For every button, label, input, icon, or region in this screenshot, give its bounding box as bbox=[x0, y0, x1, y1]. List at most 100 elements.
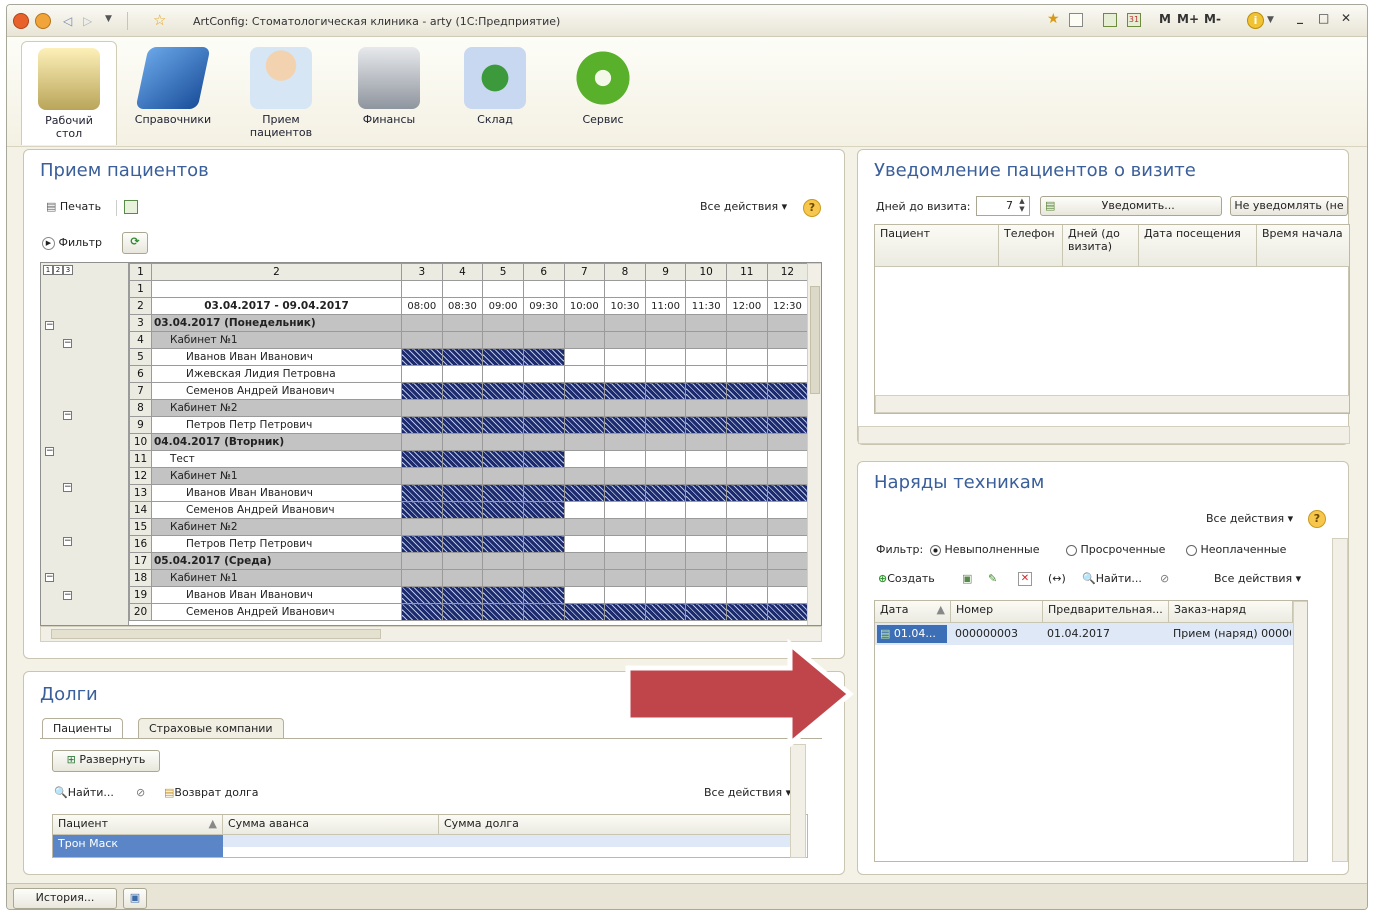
time-slot-cell[interactable] bbox=[685, 314, 727, 332]
time-slot-cell[interactable] bbox=[441, 365, 484, 383]
time-slot-cell[interactable] bbox=[441, 552, 484, 570]
time-slot-cell[interactable] bbox=[685, 603, 727, 621]
time-slot-cell[interactable] bbox=[482, 535, 524, 553]
time-slot-cell[interactable] bbox=[441, 586, 484, 604]
time-slot-cell[interactable] bbox=[604, 280, 646, 298]
time-slot-cell[interactable] bbox=[563, 314, 606, 332]
time-slot-cell[interactable] bbox=[401, 331, 443, 349]
time-slot-cell[interactable] bbox=[726, 348, 768, 366]
time-slot-cell[interactable] bbox=[563, 450, 606, 468]
time-slot-cell[interactable] bbox=[644, 331, 687, 349]
column-advance[interactable]: Сумма аванса bbox=[223, 815, 439, 835]
time-slot-cell[interactable] bbox=[401, 501, 443, 519]
time-slot-cell[interactable] bbox=[563, 382, 606, 400]
time-slot-cell[interactable] bbox=[726, 535, 768, 553]
maximize-button[interactable]: □ bbox=[1318, 11, 1329, 25]
forward-arrow-icon[interactable]: ▷ bbox=[83, 14, 92, 28]
time-slot-cell[interactable] bbox=[644, 280, 687, 298]
section-service[interactable]: Сервис bbox=[555, 41, 651, 145]
column-header[interactable]: 8 bbox=[604, 263, 646, 281]
time-slot-cell[interactable] bbox=[685, 433, 727, 451]
time-slot-cell[interactable] bbox=[482, 501, 524, 519]
time-slot-cell[interactable]: 10:30 bbox=[604, 297, 646, 315]
time-slot-cell[interactable] bbox=[401, 280, 443, 298]
time-slot-cell[interactable] bbox=[726, 552, 768, 570]
level-2-button[interactable]: 2 bbox=[53, 265, 63, 275]
time-slot-cell[interactable] bbox=[482, 331, 524, 349]
tab-insurance[interactable]: Страховые компании bbox=[138, 718, 284, 738]
time-slot-cell[interactable] bbox=[401, 314, 443, 332]
time-slot-cell[interactable] bbox=[685, 484, 727, 502]
delete-icon[interactable]: ✕ bbox=[1018, 572, 1032, 586]
column-visit-date[interactable]: Дата посещения bbox=[1139, 225, 1257, 267]
time-slot-cell[interactable] bbox=[685, 280, 727, 298]
calendar-icon[interactable]: 31 bbox=[1127, 13, 1141, 27]
time-slot-cell[interactable] bbox=[482, 314, 524, 332]
column-header[interactable]: 11 bbox=[726, 263, 768, 281]
time-slot-cell[interactable] bbox=[604, 382, 646, 400]
time-slot-cell[interactable] bbox=[726, 399, 768, 417]
time-slot-cell[interactable] bbox=[522, 569, 565, 587]
time-slot-cell[interactable] bbox=[522, 450, 565, 468]
time-slot-cell[interactable] bbox=[401, 365, 443, 383]
filter-overdue-radio[interactable]: Просроченные bbox=[1066, 543, 1165, 556]
time-slot-cell[interactable] bbox=[766, 314, 809, 332]
table-row[interactable]: 7 Семенов Андрей Иванович bbox=[129, 382, 821, 400]
time-slot-cell[interactable] bbox=[644, 467, 687, 485]
time-slot-cell[interactable] bbox=[685, 535, 727, 553]
time-slot-cell[interactable] bbox=[726, 518, 768, 536]
time-slot-cell[interactable] bbox=[766, 365, 809, 383]
time-slot-cell[interactable] bbox=[563, 586, 606, 604]
no-notify-button[interactable]: Не уведомлять (не bbox=[1230, 196, 1348, 216]
time-slot-cell[interactable] bbox=[604, 501, 646, 519]
time-slot-cell[interactable] bbox=[522, 467, 565, 485]
time-slot-cell[interactable] bbox=[685, 586, 727, 604]
time-slot-cell[interactable]: 09:30 bbox=[522, 297, 565, 315]
time-slot-cell[interactable] bbox=[726, 433, 768, 451]
time-slot-cell[interactable] bbox=[441, 467, 484, 485]
windows-button[interactable]: ▣ bbox=[123, 888, 147, 909]
time-slot-cell[interactable] bbox=[441, 314, 484, 332]
time-slot-cell[interactable] bbox=[644, 484, 687, 502]
time-slot-cell[interactable] bbox=[685, 569, 727, 587]
time-slot-cell[interactable] bbox=[644, 552, 687, 570]
time-slot-cell[interactable] bbox=[766, 518, 809, 536]
time-slot-cell[interactable] bbox=[563, 484, 606, 502]
time-slot-cell[interactable] bbox=[401, 535, 443, 553]
time-slot-cell[interactable] bbox=[401, 603, 443, 621]
time-slot-cell[interactable] bbox=[441, 399, 484, 417]
time-slot-cell[interactable] bbox=[401, 382, 443, 400]
link-icon[interactable]: (↔) bbox=[1048, 572, 1066, 585]
history-dropdown-icon[interactable]: ▼ bbox=[105, 14, 112, 24]
time-slot-cell[interactable] bbox=[685, 399, 727, 417]
time-slot-cell[interactable] bbox=[644, 518, 687, 536]
time-slot-cell[interactable]: 10:00 bbox=[563, 297, 606, 315]
section-desktop[interactable]: Рабочий стол bbox=[21, 41, 117, 145]
time-slot-cell[interactable] bbox=[482, 348, 524, 366]
time-slot-cell[interactable] bbox=[726, 450, 768, 468]
column-header[interactable]: 5 bbox=[482, 263, 524, 281]
section-reception[interactable]: Прием пациентов bbox=[233, 41, 329, 145]
column-debt[interactable]: Сумма долга bbox=[439, 815, 795, 835]
time-slot-cell[interactable] bbox=[441, 569, 484, 587]
table-row[interactable]: 12 Кабинет №1 bbox=[129, 467, 821, 485]
time-slot-cell[interactable] bbox=[522, 331, 565, 349]
time-slot-cell[interactable] bbox=[401, 416, 443, 434]
time-slot-cell[interactable] bbox=[522, 484, 565, 502]
time-slot-cell[interactable] bbox=[522, 586, 565, 604]
table-row[interactable]: 6 Ижевская Лидия Петровна bbox=[129, 365, 821, 383]
table-row[interactable]: 16 Петров Петр Петрович bbox=[129, 535, 821, 553]
time-slot-cell[interactable] bbox=[604, 518, 646, 536]
time-slot-cell[interactable] bbox=[726, 501, 768, 519]
time-slot-cell[interactable] bbox=[726, 365, 768, 383]
time-slot-cell[interactable] bbox=[766, 535, 809, 553]
section-finance[interactable]: Финансы bbox=[341, 41, 437, 145]
find-button[interactable]: 🔍Найти... bbox=[54, 786, 114, 799]
table-row[interactable]: 13 Иванов Иван Иванович bbox=[129, 484, 821, 502]
collapse-minus-icon[interactable]: − bbox=[45, 573, 54, 582]
time-slot-cell[interactable] bbox=[441, 484, 484, 502]
time-slot-cell[interactable] bbox=[644, 569, 687, 587]
collapse-minus-icon[interactable]: − bbox=[45, 321, 54, 330]
copy-icon[interactable]: ▣ bbox=[962, 572, 972, 585]
time-slot-cell[interactable] bbox=[604, 450, 646, 468]
